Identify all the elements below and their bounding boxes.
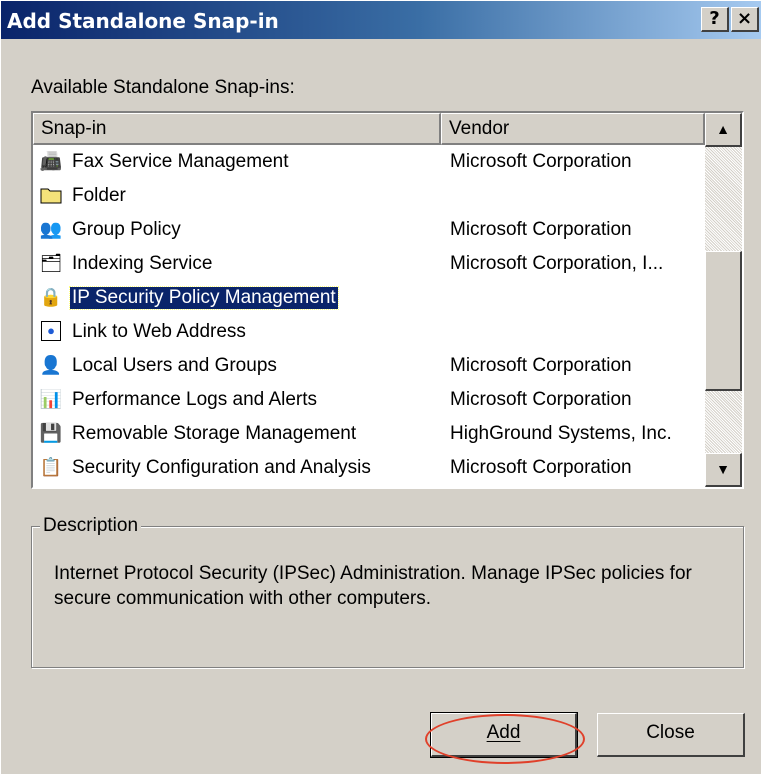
help-button[interactable]: ?: [701, 7, 729, 32]
snapin-name: Local Users and Groups: [72, 355, 277, 376]
list-item[interactable]: 🗂 Indexing Service Microsoft Corporation, …: [33, 247, 705, 281]
security-config-icon: 📋: [39, 457, 63, 477]
snapin-vendor: Microsoft Corporation, I...: [450, 253, 664, 274]
snapin-name: Removable Storage Management: [72, 423, 357, 444]
performance-icon: 📊: [39, 389, 63, 409]
add-button-label: Add: [486, 722, 521, 743]
close-button[interactable]: Close: [597, 713, 745, 757]
add-button[interactable]: Add: [430, 712, 578, 758]
scroll-thumb[interactable]: [705, 251, 742, 391]
list-item[interactable]: 👤 Local Users and Groups Microsoft Corpora…: [33, 349, 705, 383]
column-header-snapin[interactable]: Snap-in: [33, 113, 441, 145]
snapin-vendor: Microsoft Corporation: [450, 219, 632, 240]
snapin-rows: 📠 Fax Service Management Microsoft Corpora…: [33, 145, 705, 485]
list-item[interactable]: 📠 Fax Service Management Microsoft Corpora…: [33, 145, 705, 179]
list-item[interactable]: ● Link to Web Address: [33, 315, 705, 349]
vertical-scrollbar[interactable]: ▲ ▼: [705, 113, 742, 487]
snapin-vendor: Microsoft Corporation: [450, 457, 632, 478]
removable-storage-icon: 💾: [39, 423, 63, 443]
fax-icon: 📠: [39, 151, 63, 171]
users-icon: 👤: [39, 355, 63, 375]
folder-icon: [39, 183, 63, 207]
window-title: Add Standalone Snap-in: [7, 9, 279, 33]
title-bar[interactable]: Add Standalone Snap-in ? ×: [1, 1, 761, 39]
add-standalone-snapin-dialog: Add Standalone Snap-in ? × Available Sta…: [0, 0, 761, 774]
snapin-vendor: Microsoft Corporation: [450, 151, 632, 172]
description-title: Description: [40, 514, 142, 538]
scroll-up-button[interactable]: ▲: [705, 113, 742, 147]
description-group: Description Internet Protocol Security (…: [31, 514, 744, 668]
list-item[interactable]: 📊 Performance Logs and Alerts Microsoft Co…: [33, 383, 705, 417]
list-item[interactable]: 📋 Security Configuration and Analysis Micr…: [33, 451, 705, 485]
snapin-vendor: Microsoft Corporation: [450, 389, 632, 410]
snapin-name: Fax Service Management: [72, 151, 289, 172]
snapin-list[interactable]: Snap-in Vendor 📠 Fax Service Management Mi…: [31, 111, 744, 489]
available-snapins-label: Available Standalone Snap-ins:: [31, 77, 295, 98]
group-policy-icon: 👥: [39, 219, 63, 239]
snapin-name: Folder: [72, 185, 126, 206]
snapin-name: IP Security Policy Management: [69, 286, 339, 310]
snapin-vendor: HighGround Systems, Inc.: [450, 423, 672, 444]
list-item[interactable]: 🔒 IP Security Policy Management: [33, 281, 705, 315]
indexing-icon: 🗂: [39, 253, 63, 273]
web-link-icon: ●: [39, 319, 63, 343]
close-window-button[interactable]: ×: [731, 7, 759, 32]
snapin-name: Performance Logs and Alerts: [72, 389, 318, 410]
ip-security-icon: 🔒: [39, 287, 63, 307]
snapin-name: Link to Web Address: [72, 321, 246, 342]
snapin-vendor: Microsoft Corporation: [450, 355, 632, 376]
snapin-name: Security Configuration and Analysis: [72, 457, 371, 478]
list-item[interactable]: 👥 Group Policy Microsoft Corporation: [33, 213, 705, 247]
list-item[interactable]: 💾 Removable Storage Management HighGround …: [33, 417, 705, 451]
description-text: Internet Protocol Security (IPSec) Admin…: [54, 563, 692, 609]
column-header-vendor[interactable]: Vendor: [441, 113, 705, 145]
list-item[interactable]: Folder: [33, 179, 705, 213]
snapin-name: Group Policy: [72, 219, 181, 240]
scroll-down-button[interactable]: ▼: [705, 453, 742, 487]
snapin-name: Indexing Service: [72, 253, 213, 274]
